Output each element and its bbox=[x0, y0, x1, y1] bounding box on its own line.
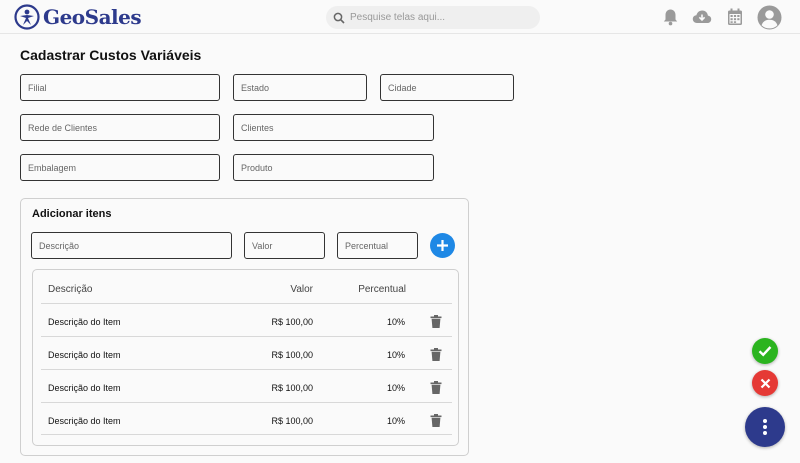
embalagem-field[interactable] bbox=[20, 154, 220, 181]
item-percentual-field[interactable] bbox=[337, 232, 418, 259]
trash-icon[interactable] bbox=[430, 381, 442, 394]
trash-icon[interactable] bbox=[430, 414, 442, 427]
calendar-button[interactable] bbox=[725, 7, 745, 27]
items-table: Descrição Valor Percentual Descrição do … bbox=[32, 269, 459, 446]
close-icon bbox=[760, 378, 770, 388]
row-percentual: 10% bbox=[386, 383, 405, 393]
add-items-title: Adicionar itens bbox=[32, 208, 112, 220]
table-row: Descrição do Item R$ 100,00 10% bbox=[41, 369, 452, 402]
row-descricao: Descrição do Item bbox=[48, 317, 121, 327]
plus-icon bbox=[437, 240, 448, 251]
calendar-icon bbox=[728, 8, 742, 25]
add-item-button[interactable] bbox=[430, 233, 455, 258]
produto-field[interactable] bbox=[233, 154, 434, 181]
row-percentual: 10% bbox=[386, 416, 405, 426]
check-icon bbox=[758, 346, 772, 357]
search-input[interactable] bbox=[350, 12, 530, 23]
column-header-valor: Valor bbox=[290, 284, 313, 295]
trash-icon[interactable] bbox=[430, 348, 442, 361]
column-header-descricao: Descrição bbox=[48, 284, 93, 295]
app-logo[interactable]: GeoSales bbox=[14, 4, 142, 30]
bell-icon bbox=[663, 9, 677, 26]
clientes-field[interactable] bbox=[233, 114, 434, 141]
top-bar: GeoSales bbox=[0, 0, 800, 34]
row-valor: R$ 100,00 bbox=[271, 350, 313, 360]
row-descricao: Descrição do Item bbox=[48, 383, 121, 393]
row-descricao: Descrição do Item bbox=[48, 350, 121, 360]
row-percentual: 10% bbox=[386, 317, 405, 327]
row-valor: R$ 100,00 bbox=[271, 416, 313, 426]
filial-field[interactable] bbox=[20, 74, 220, 101]
table-row: Descrição do Item R$ 100,00 10% bbox=[41, 336, 452, 369]
logo-text: GeoSales bbox=[43, 5, 142, 29]
table-row: Descrição do Item R$ 100,00 10% bbox=[41, 303, 452, 336]
row-valor: R$ 100,00 bbox=[271, 317, 313, 327]
cancel-button[interactable] bbox=[752, 370, 778, 396]
search-bar[interactable] bbox=[326, 6, 540, 29]
page-title: Cadastrar Custos Variáveis bbox=[20, 47, 202, 63]
globe-logo-icon bbox=[14, 4, 40, 30]
more-options-button[interactable] bbox=[745, 407, 785, 447]
sync-download-button[interactable] bbox=[692, 7, 712, 27]
notifications-button[interactable] bbox=[660, 7, 680, 27]
rede-clientes-field[interactable] bbox=[20, 114, 220, 141]
estado-field[interactable] bbox=[233, 74, 367, 101]
item-valor-field[interactable] bbox=[244, 232, 325, 259]
confirm-button[interactable] bbox=[752, 338, 778, 364]
row-valor: R$ 100,00 bbox=[271, 383, 313, 393]
item-descricao-field[interactable] bbox=[31, 232, 232, 259]
row-percentual: 10% bbox=[386, 350, 405, 360]
table-row: Descrição do Item R$ 100,00 10% bbox=[41, 402, 452, 435]
row-descricao: Descrição do Item bbox=[48, 416, 121, 426]
trash-icon[interactable] bbox=[430, 315, 442, 328]
search-icon bbox=[333, 12, 345, 24]
column-header-percentual: Percentual bbox=[358, 284, 406, 295]
add-items-panel: Adicionar itens Descrição Valor Percentu… bbox=[20, 198, 469, 456]
cloud-download-icon bbox=[692, 10, 712, 23]
cidade-field[interactable] bbox=[380, 74, 514, 101]
account-icon bbox=[757, 5, 782, 30]
user-avatar-button[interactable] bbox=[757, 5, 782, 30]
more-vertical-icon bbox=[763, 419, 767, 435]
